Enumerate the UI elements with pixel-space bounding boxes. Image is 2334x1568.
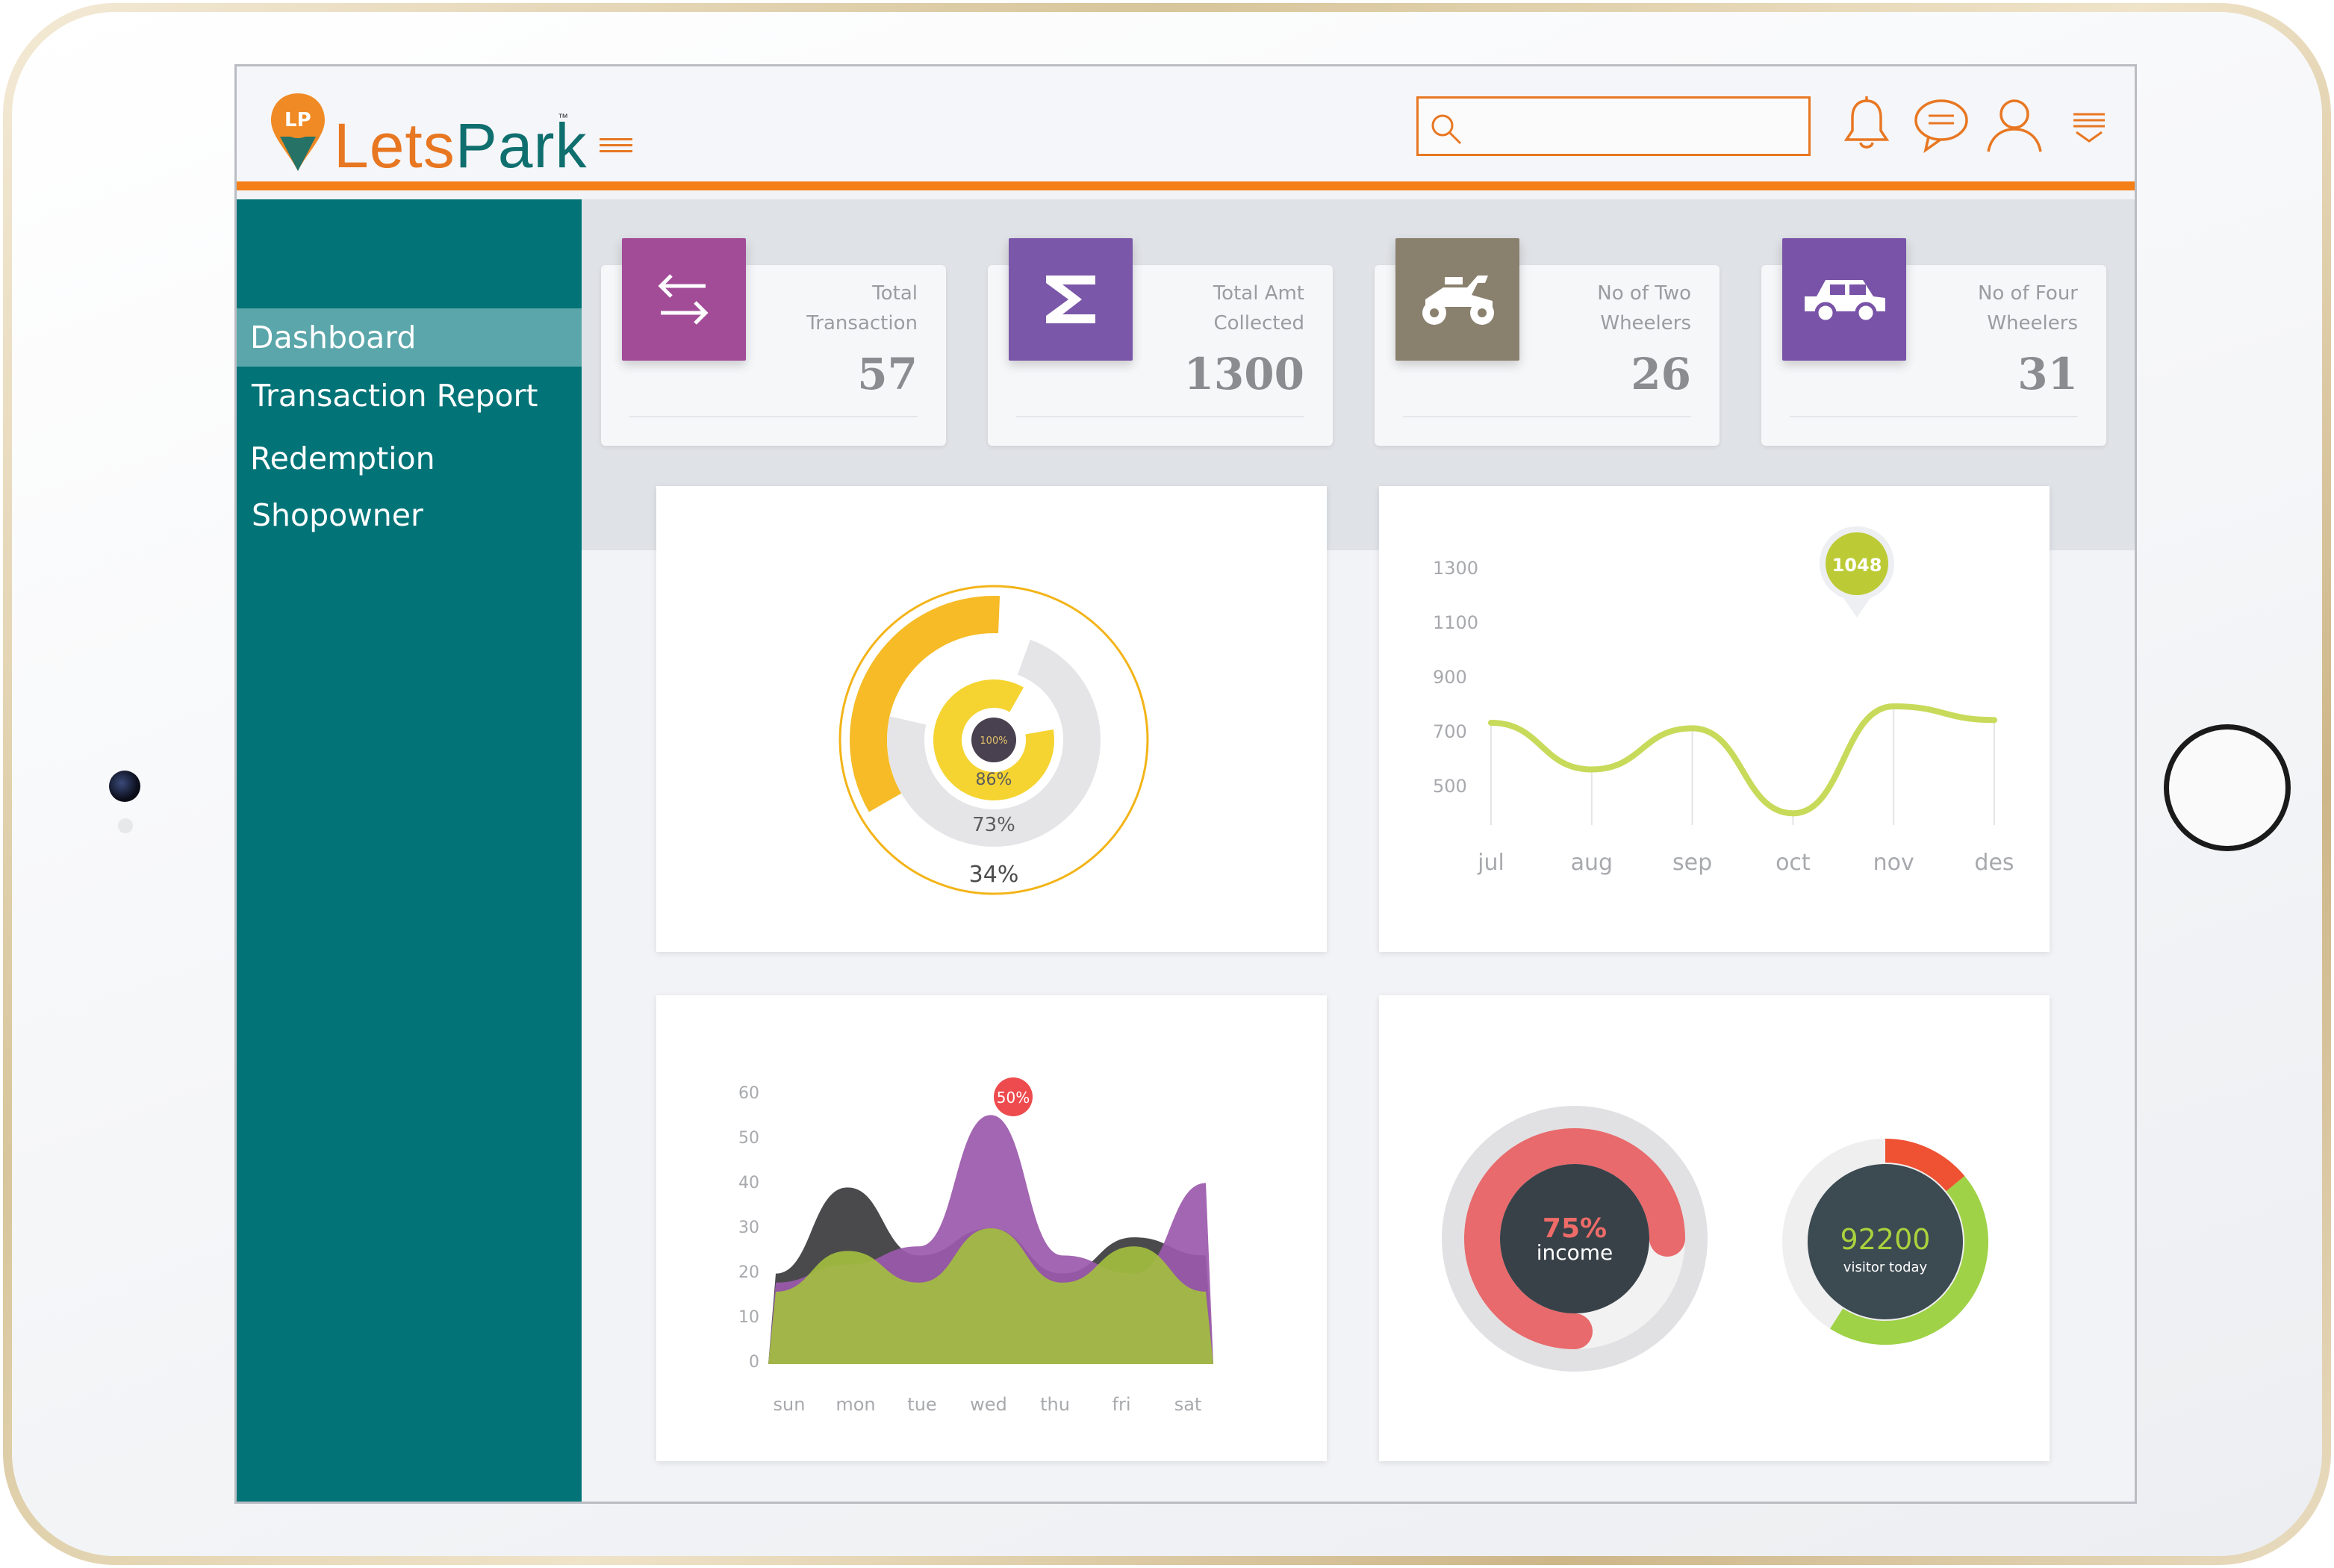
visitor-value: 92200 <box>1840 1223 1931 1256</box>
line-xtick-label: sep <box>1672 850 1712 876</box>
card-label-line1: No of Two <box>1597 282 1691 305</box>
radial-label-100: 100% <box>980 735 1007 747</box>
tile-total-transaction <box>622 238 746 361</box>
donut-charts: 75% income 92200 visitor today <box>1442 1106 1988 1372</box>
area-xtick-label: sun <box>774 1394 806 1415</box>
card-divider <box>1016 416 1304 417</box>
card-value: 1300 <box>1183 349 1304 399</box>
line-chart: 1300 1100 900 700 500 jul aug sep oct nov des 104… <box>1433 526 2014 876</box>
sidebar-item-dashboard[interactable]: Dashboard <box>237 308 582 367</box>
card-label-line1: No of Four <box>1977 282 2078 305</box>
area-xtick-label: mon <box>835 1394 875 1415</box>
area-ytick-label: 30 <box>738 1219 759 1237</box>
line-ytick-label: 500 <box>1433 776 1467 797</box>
line-ytick-label: 700 <box>1433 721 1467 742</box>
radial-label-86: 86% <box>976 771 1012 789</box>
card-divider <box>629 416 918 417</box>
area-xtick-label: sat <box>1174 1394 1202 1415</box>
sidebar-item-transaction-report[interactable]: Transaction Report <box>237 367 582 425</box>
line-xtick-label: aug <box>1571 850 1613 876</box>
svg-text:LP: LP <box>284 109 311 131</box>
line-ytick-label: 1100 <box>1433 612 1478 633</box>
line-xtick-label: des <box>1974 850 2014 876</box>
panel-area-chart: 60 50 40 30 20 10 0 sun mon tue wed thu fri sat 50% <box>656 995 1327 1461</box>
line-ytick-label: 900 <box>1433 667 1467 688</box>
area-ytick-label: 60 <box>738 1084 759 1103</box>
card-value: 57 <box>857 349 918 399</box>
home-button[interactable] <box>2164 724 2291 851</box>
search-icon <box>1431 114 1462 145</box>
panel-donut-charts: 75% income 92200 visitor today <box>1379 995 2050 1461</box>
sigma-icon <box>1046 276 1095 323</box>
card-label-line1: Total <box>872 282 918 305</box>
area-ytick-label: 50 <box>738 1129 759 1148</box>
card-value: 31 <box>2017 349 2078 399</box>
app-screen: LP LetsPark ™ Dashboard Transaction Repo… <box>234 64 2137 1504</box>
radial-progress-chart: 100% 86% 73% 34% <box>838 585 1149 895</box>
line-ytick-label: 1300 <box>1433 558 1478 579</box>
search-input[interactable] <box>1471 106 1799 148</box>
area-xtick-label: tue <box>907 1394 936 1415</box>
card-value: 26 <box>1631 349 1691 399</box>
user-profile-icon[interactable] <box>1984 95 2045 156</box>
hamburger-menu-icon[interactable] <box>600 137 632 155</box>
bell-icon[interactable] <box>1836 95 1897 156</box>
line-xtick-label: jul <box>1477 850 1504 876</box>
line-callout: 1048 <box>1820 526 1894 617</box>
brand-lets: Lets <box>334 111 455 181</box>
chat-bubble-icon[interactable] <box>1911 95 1972 156</box>
sidebar-item-redemption[interactable]: Redemption <box>237 429 582 488</box>
area-ytick-label: 20 <box>738 1263 759 1282</box>
card-label-line1: Total Amt <box>1213 282 1304 305</box>
card-divider <box>1790 416 2078 417</box>
income-value: 75% <box>1543 1213 1607 1244</box>
area-xtick-label: thu <box>1040 1394 1070 1415</box>
area-callout-label: 50% <box>997 1089 1030 1107</box>
radial-label-73: 73% <box>972 814 1015 836</box>
dropdown-menu-icon[interactable] <box>2058 95 2120 156</box>
tile-four-wheelers <box>1782 238 1906 361</box>
panel-line-chart: 1300 1100 900 700 500 jul aug sep oct nov des 104… <box>1379 486 2050 952</box>
income-label: income <box>1537 1240 1613 1265</box>
line-series <box>1488 703 1997 817</box>
area-ytick-label: 0 <box>749 1353 759 1372</box>
brand-logo-text: LetsPark <box>334 110 588 182</box>
tile-two-wheelers <box>1395 238 1519 361</box>
line-callout-label: 1048 <box>1832 555 1882 576</box>
card-label-line2: Collected <box>1213 312 1305 335</box>
card-divider <box>1403 416 1691 417</box>
sidebar: Dashboard Transaction Report Redemption … <box>237 199 582 1502</box>
card-label-line2: Wheelers <box>1987 312 2078 335</box>
sensor-dot <box>118 818 133 833</box>
quad-bike-icon <box>1422 276 1494 325</box>
area-ytick-label: 10 <box>738 1308 759 1327</box>
card-label-line2: Wheelers <box>1600 312 1691 335</box>
line-xtick-label: nov <box>1873 850 1914 876</box>
panel-radial-chart: 100% 86% 73% 34% <box>656 486 1327 952</box>
area-ytick-label: 40 <box>738 1174 759 1192</box>
radial-label-34: 34% <box>969 862 1019 888</box>
camera-icon <box>109 771 140 802</box>
area-xtick-label: fri <box>1112 1394 1131 1415</box>
logo-pin-icon: LP <box>271 93 325 171</box>
tile-total-amount <box>1009 238 1133 361</box>
area-xtick-label: wed <box>970 1394 1007 1415</box>
line-xtick-label: oct <box>1776 850 1811 876</box>
area-callout: 50% <box>994 1077 1033 1116</box>
car-icon <box>1805 280 1885 324</box>
sidebar-item-shopowner[interactable]: Shopowner <box>237 486 582 544</box>
arrows-exchange-icon <box>658 274 709 325</box>
area-chart: 60 50 40 30 20 10 0 sun mon tue wed thu fri sat 50% <box>738 1077 1213 1415</box>
visitor-label: visitor today <box>1843 1260 1928 1275</box>
card-label-line2: Transaction <box>806 312 918 335</box>
top-header: LP LetsPark ™ <box>237 66 2135 190</box>
trademark-mark: ™ <box>558 111 568 123</box>
search-bar[interactable] <box>1416 96 1811 156</box>
